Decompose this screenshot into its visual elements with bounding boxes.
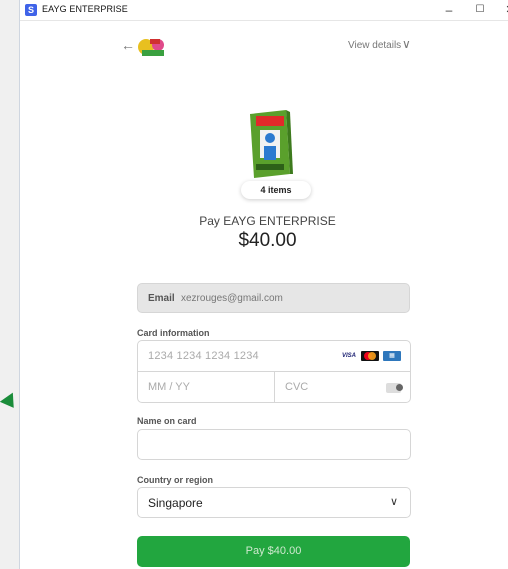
close-button[interactable]: ✕ bbox=[501, 2, 508, 18]
chevron-down-icon: ∨ bbox=[390, 496, 399, 508]
email-label: Email bbox=[148, 293, 175, 304]
card-cvc-input[interactable]: CVC bbox=[275, 372, 410, 403]
card-number-input[interactable]: 1234 1234 1234 1234 VISA ▦ bbox=[138, 341, 410, 372]
total-amount: $40.00 bbox=[238, 230, 297, 251]
items-count-badge: 4 items bbox=[241, 181, 311, 199]
maximize-button[interactable]: ☐ bbox=[471, 2, 489, 18]
back-arrow-icon[interactable]: ← bbox=[121, 37, 135, 53]
cvc-placeholder: CVC bbox=[285, 381, 309, 393]
browser-window: S EAYG ENTERPRISE – ☐ ✕ ← View details ∨… bbox=[19, 0, 508, 569]
card-expiry-input[interactable]: MM / YY bbox=[138, 372, 275, 403]
minimize-button[interactable]: – bbox=[440, 2, 458, 18]
card-number-placeholder: 1234 1234 1234 1234 bbox=[148, 350, 259, 362]
card-information-label: Card information bbox=[137, 328, 210, 338]
chevron-down-icon[interactable]: ∨ bbox=[402, 37, 411, 51]
amex-icon: ▦ bbox=[383, 351, 401, 361]
pay-button[interactable]: Pay $40.00 bbox=[137, 536, 410, 567]
email-field[interactable]: Email xezrouges@gmail.com bbox=[137, 283, 410, 313]
visa-icon: VISA bbox=[340, 351, 358, 361]
expiry-placeholder: MM / YY bbox=[148, 381, 190, 393]
country-select[interactable]: Singapore ∨ bbox=[137, 487, 411, 518]
name-on-card-label: Name on card bbox=[137, 416, 197, 426]
title-bar: S EAYG ENTERPRISE – ☐ ✕ bbox=[20, 0, 508, 21]
cvc-card-icon bbox=[386, 383, 403, 393]
view-details-link[interactable]: View details bbox=[348, 40, 401, 51]
checkout-page: ← View details ∨ 4 items Pay EAYG ENTERP… bbox=[20, 20, 508, 569]
app-icon: S bbox=[25, 4, 37, 16]
name-on-card-input[interactable] bbox=[137, 429, 411, 460]
country-value: Singapore bbox=[148, 496, 203, 510]
email-value: xezrouges@gmail.com bbox=[181, 293, 283, 304]
background-strip bbox=[0, 0, 19, 569]
window-title: EAYG ENTERPRISE bbox=[42, 4, 128, 14]
country-label: Country or region bbox=[137, 475, 213, 485]
merchant-logo bbox=[138, 39, 164, 56]
product-book-image bbox=[250, 110, 293, 178]
mastercard-icon bbox=[361, 351, 379, 361]
card-information-group: 1234 1234 1234 1234 VISA ▦ MM / YY CVC bbox=[137, 340, 411, 403]
pay-to-heading: Pay EAYG ENTERPRISE bbox=[199, 214, 336, 228]
